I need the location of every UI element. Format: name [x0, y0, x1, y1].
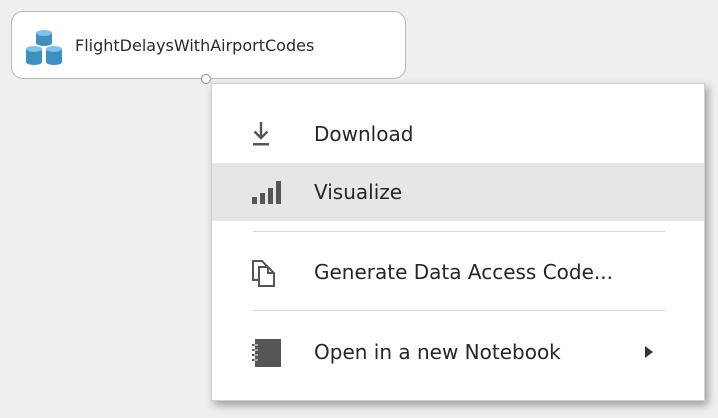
context-menu: Download Visualize Generate Data Access … — [211, 83, 705, 401]
bar-chart-icon — [252, 181, 281, 204]
download-icon — [253, 122, 269, 146]
menu-item-label: Download — [314, 122, 414, 146]
menu-item-generate-data-access-code[interactable]: Generate Data Access Code... — [212, 243, 704, 301]
menu-item-label: Generate Data Access Code... — [314, 260, 613, 284]
menu-divider — [253, 231, 665, 232]
menu-item-visualize[interactable]: Visualize — [212, 163, 704, 221]
menu-item-label: Open in a new Notebook — [314, 340, 561, 364]
notebook-icon — [252, 339, 281, 367]
menu-item-label: Visualize — [314, 180, 403, 204]
dataset-icon — [26, 30, 62, 65]
module-title: FlightDelaysWithAirportCodes — [75, 36, 315, 55]
chevron-right-icon — [645, 346, 653, 358]
menu-divider — [253, 310, 665, 311]
experiment-canvas[interactable]: FlightDelaysWithAirportCodes Download Vi… — [0, 0, 718, 418]
menu-item-open-in-new-notebook[interactable]: Open in a new Notebook — [212, 323, 704, 381]
copy-icon — [252, 260, 275, 287]
output-port[interactable] — [201, 74, 211, 84]
dataset-module[interactable]: FlightDelaysWithAirportCodes — [11, 11, 406, 79]
menu-item-download[interactable]: Download — [212, 105, 704, 163]
